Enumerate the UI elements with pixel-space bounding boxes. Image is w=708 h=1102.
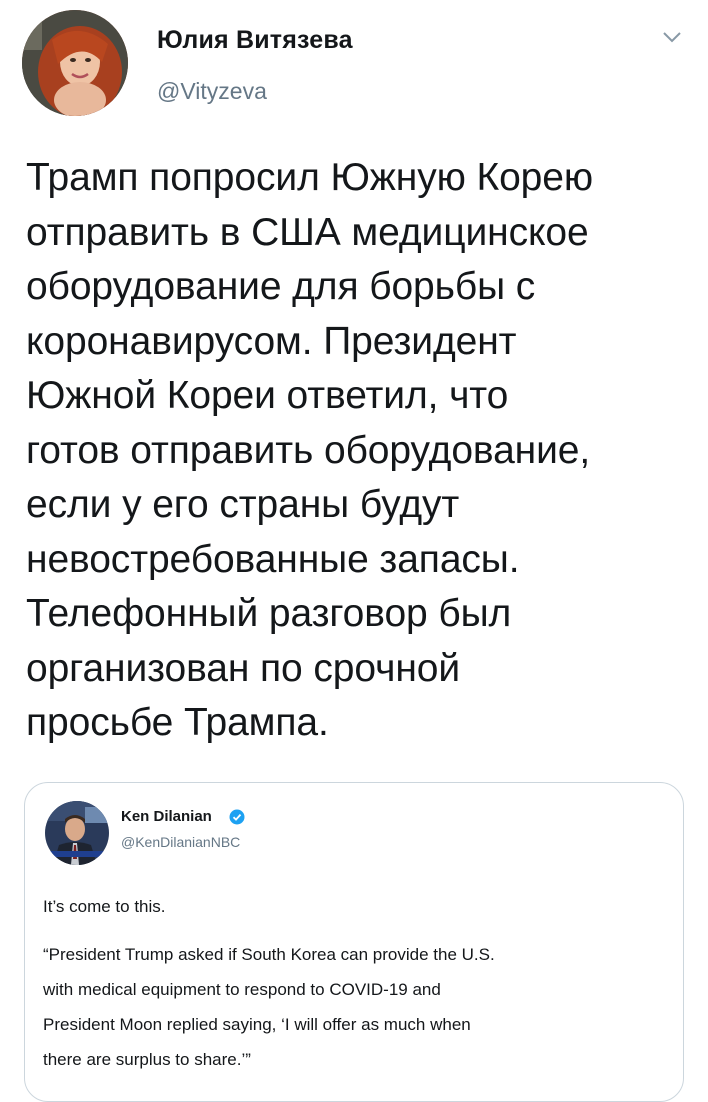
chevron-down-icon[interactable] (662, 30, 682, 44)
tweet: Юлия Витязева @Vityzeva Трамп попросил Ю… (0, 0, 708, 1102)
quoted-author-name[interactable]: Ken Dilanian (121, 808, 212, 825)
author-handle[interactable]: @Vityzeva (157, 78, 267, 105)
quoted-text-intro: It’s come to this. (43, 897, 166, 916)
quoted-tweet-card[interactable]: Ken Dilanian @KenDilanianNBC It’s come t… (24, 782, 684, 1102)
quoted-author-handle[interactable]: @KenDilanianNBC (121, 834, 240, 850)
verified-badge-icon (229, 809, 245, 825)
tweet-text: Трамп попросил Южную Корею отправить в С… (26, 156, 594, 744)
author-avatar[interactable] (22, 10, 128, 116)
author-display-name[interactable]: Юлия Витязева (157, 26, 353, 55)
quoted-author-avatar[interactable] (45, 801, 109, 865)
quoted-text-body: “President Trump asked if South Korea ca… (43, 945, 495, 1069)
